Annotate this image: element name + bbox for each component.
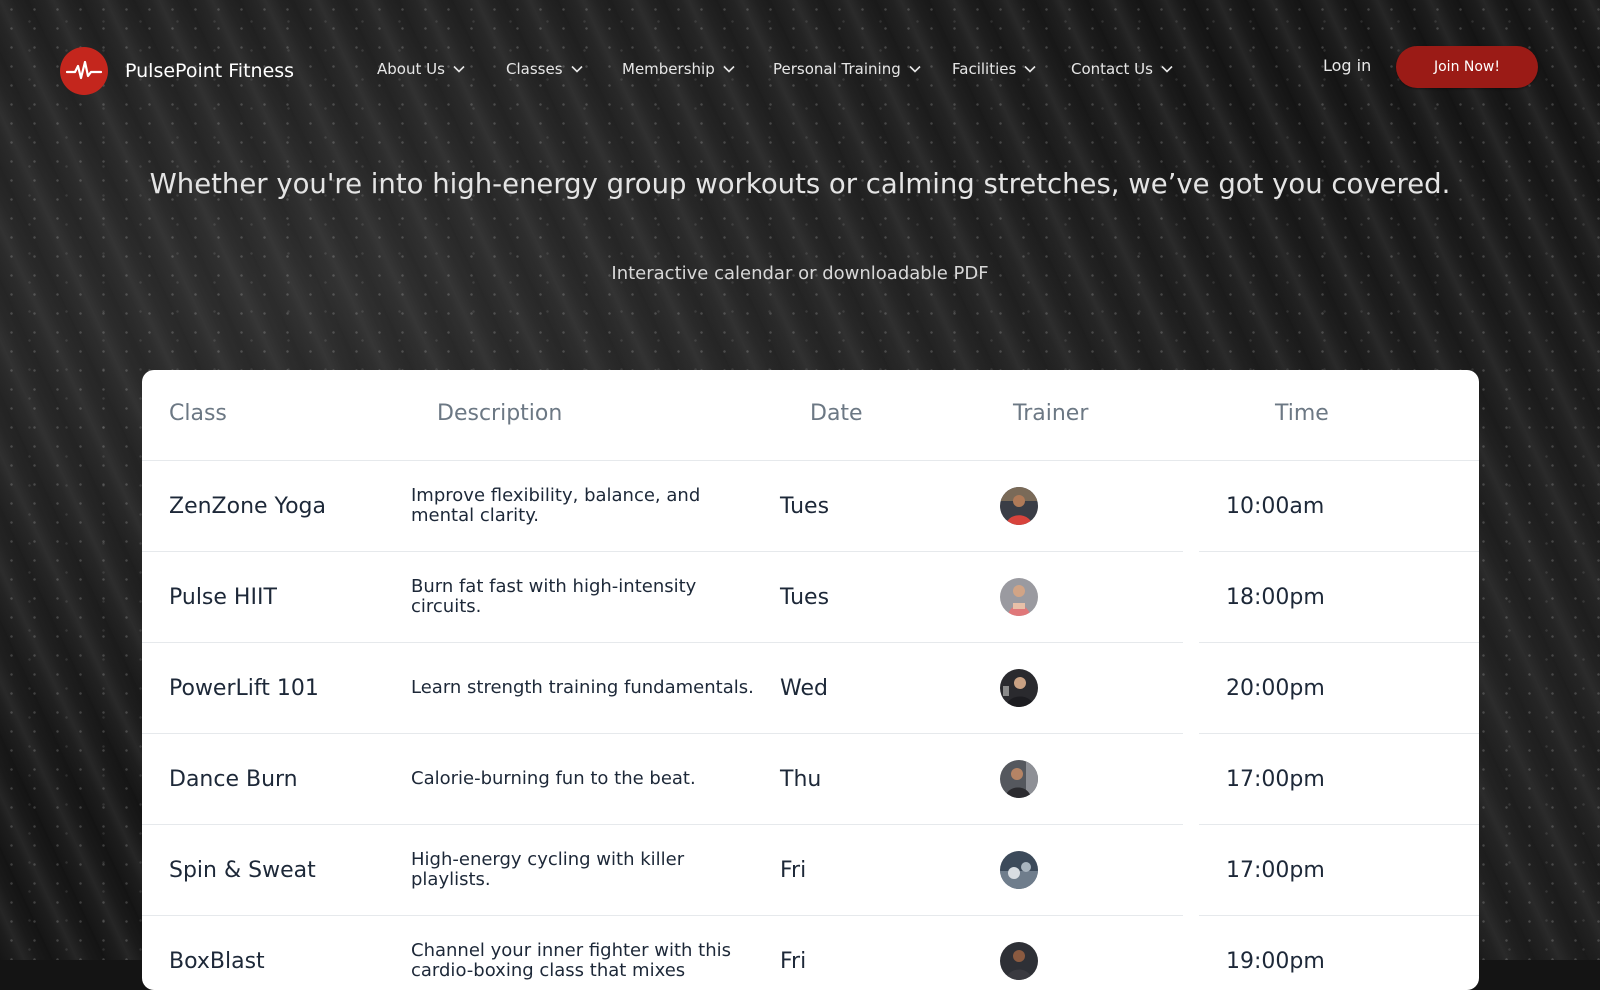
class-name: ZenZone Yoga xyxy=(142,461,395,552)
nav-item-contact-us[interactable]: Contact Us xyxy=(1071,60,1173,78)
chevron-down-icon xyxy=(570,65,583,73)
class-date: Fri xyxy=(753,916,968,990)
chevron-down-icon xyxy=(723,65,735,73)
table-row[interactable]: BoxBlast Channel your inner fighter with… xyxy=(142,916,1479,990)
nav-item-about-us[interactable]: About Us xyxy=(377,60,465,78)
hero-tagline: Whether you're into high-energy group wo… xyxy=(149,168,1451,200)
column-header-class: Class xyxy=(169,401,227,426)
nav-item-label: Personal Training xyxy=(773,60,901,78)
trainer-cell xyxy=(958,461,1183,552)
class-description: Calorie-burning fun to the beat. xyxy=(384,734,773,825)
nav-item-label: Facilities xyxy=(952,60,1017,78)
avatar-icon[interactable] xyxy=(1000,760,1038,798)
nav-item-facilities[interactable]: Facilities xyxy=(952,60,1036,78)
avatar-icon[interactable] xyxy=(1000,578,1038,616)
class-name: BoxBlast xyxy=(142,916,395,990)
nav-item-membership[interactable]: Membership xyxy=(622,60,735,78)
table-row[interactable]: Dance Burn Calorie-burning fun to the be… xyxy=(142,734,1479,825)
nav-item-label: Classes xyxy=(506,60,563,78)
nav-item-label: Membership xyxy=(622,60,715,78)
chevron-down-icon xyxy=(909,65,921,73)
avatar-icon[interactable] xyxy=(1000,942,1038,980)
chevron-down-icon xyxy=(453,65,465,73)
column-header-trainer: Trainer xyxy=(1013,401,1089,426)
table-row[interactable]: PowerLift 101 Learn strength training fu… xyxy=(142,643,1479,734)
class-description: Burn fat fast with high-intensity circui… xyxy=(384,552,773,643)
avatar-icon[interactable] xyxy=(1000,851,1038,889)
class-name: Spin & Sweat xyxy=(142,825,395,916)
trainer-cell xyxy=(958,643,1183,734)
class-time: 10:00am xyxy=(1199,461,1479,552)
brand-logo[interactable]: PulsePoint Fitness xyxy=(60,47,294,95)
class-description: Channel your inner fighter with this car… xyxy=(384,916,773,990)
class-date: Wed xyxy=(753,643,968,734)
column-header-description: Description xyxy=(437,401,563,426)
class-description: Learn strength training fundamentals. xyxy=(384,643,773,734)
table-row[interactable]: ZenZone Yoga Improve flexibility, balanc… xyxy=(142,461,1479,552)
class-date: Thu xyxy=(753,734,968,825)
class-time: 20:00pm xyxy=(1199,643,1479,734)
login-link[interactable]: Log in xyxy=(1323,56,1371,75)
table-row[interactable]: Pulse HIIT Burn fat fast with high-inten… xyxy=(142,552,1479,643)
pulse-logo-icon xyxy=(60,47,108,95)
class-time: 17:00pm xyxy=(1199,825,1479,916)
table-row[interactable]: Spin & Sweat High-energy cycling with ki… xyxy=(142,825,1479,916)
class-date: Tues xyxy=(753,552,968,643)
avatar-icon[interactable] xyxy=(1000,487,1038,525)
trainer-cell xyxy=(958,734,1183,825)
class-time: 19:00pm xyxy=(1199,916,1479,990)
hero-subline: Interactive calendar or downloadable PDF xyxy=(611,263,989,284)
chevron-down-icon xyxy=(1024,65,1036,73)
join-now-button[interactable]: Join Now! xyxy=(1396,46,1538,88)
avatar-icon[interactable] xyxy=(1000,669,1038,707)
chevron-down-icon xyxy=(1161,65,1173,73)
trainer-cell xyxy=(958,825,1183,916)
class-date: Tues xyxy=(753,461,968,552)
nav-item-personal-training[interactable]: Personal Training xyxy=(773,60,921,78)
column-header-time: Time xyxy=(1275,401,1329,426)
class-description: Improve flexibility, balance, and mental… xyxy=(384,461,773,552)
nav-item-label: Contact Us xyxy=(1071,60,1153,78)
trainer-cell xyxy=(958,552,1183,643)
class-name: Dance Burn xyxy=(142,734,395,825)
column-header-date: Date xyxy=(810,401,863,426)
site-header: PulsePoint Fitness About Us Classes Memb… xyxy=(0,0,1600,140)
class-schedule-table: Class Description Date Trainer Time ZenZ… xyxy=(142,370,1479,990)
table-header: Class Description Date Trainer Time xyxy=(142,370,1479,461)
trainer-cell xyxy=(958,916,1183,990)
class-name: Pulse HIIT xyxy=(142,552,395,643)
class-name: PowerLift 101 xyxy=(142,643,395,734)
class-date: Fri xyxy=(753,825,968,916)
nav-item-label: About Us xyxy=(377,60,445,78)
class-time: 17:00pm xyxy=(1199,734,1479,825)
brand-name: PulsePoint Fitness xyxy=(125,60,295,82)
class-description: High-energy cycling with killer playlist… xyxy=(384,825,773,916)
nav-item-classes[interactable]: Classes xyxy=(506,60,583,78)
class-time: 18:00pm xyxy=(1199,552,1479,643)
